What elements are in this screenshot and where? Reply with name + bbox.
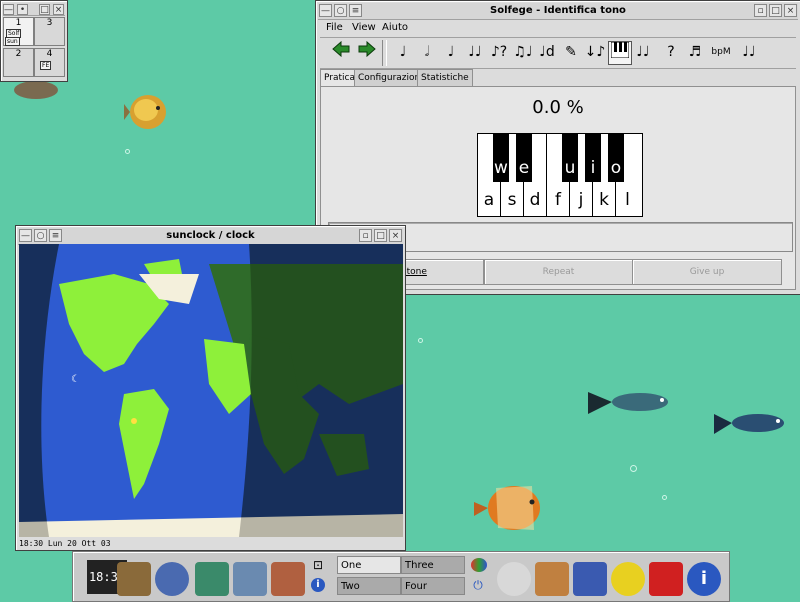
- maximize-icon[interactable]: □: [769, 4, 782, 17]
- power-icon[interactable]: ⏻: [471, 578, 485, 592]
- question-icon[interactable]: ?: [660, 41, 682, 63]
- bubble: [418, 338, 423, 343]
- shell-icon[interactable]: [497, 562, 531, 596]
- world-map[interactable]: ☾: [19, 244, 403, 537]
- pager-mini-window: sun: [5, 37, 20, 46]
- pager-desk-label: 1: [15, 18, 22, 28]
- eighth-notes-icon[interactable]: ♩♩: [464, 41, 486, 63]
- gift-icon[interactable]: [649, 562, 683, 596]
- menu-icon[interactable]: —: [3, 4, 14, 15]
- repeat-button[interactable]: Repeat: [484, 259, 633, 285]
- palette-icon[interactable]: [471, 558, 487, 572]
- pacman-icon[interactable]: [611, 562, 645, 596]
- pen-icon[interactable]: ✎: [560, 41, 582, 63]
- bubble: [630, 465, 637, 472]
- give-up-button[interactable]: Give up: [632, 259, 782, 285]
- note-d-icon[interactable]: ♩d: [536, 41, 558, 63]
- apps-icon[interactable]: [271, 562, 305, 596]
- menubar: File View Aiuto: [320, 20, 796, 36]
- editor-icon[interactable]: [535, 562, 569, 596]
- maximize-icon[interactable]: □: [39, 4, 50, 15]
- score-label: 0.0 %: [532, 97, 584, 118]
- fish-yellow-icon: [124, 95, 166, 129]
- rotated-note-icon[interactable]: ↓♪: [584, 41, 606, 63]
- bpm-icon[interactable]: bpM: [710, 41, 732, 63]
- fish-blue-icon: [714, 414, 784, 434]
- desk-three[interactable]: Three: [401, 556, 465, 574]
- pager-titlebar[interactable]: — • □ ×: [3, 3, 65, 16]
- back-arrow-icon[interactable]: [330, 40, 352, 63]
- sunclock-titlebar[interactable]: — ○ ≡ sunclock / clock ▫ □ ×: [18, 228, 403, 245]
- pager-desk-2[interactable]: 2: [3, 48, 34, 77]
- pager-desk-label: 3: [46, 18, 53, 28]
- piano-black-key[interactable]: u: [562, 134, 578, 182]
- desk-two[interactable]: Two: [337, 577, 401, 595]
- bubble: [662, 495, 667, 500]
- piano-icon[interactable]: [608, 41, 632, 65]
- piano-black-key[interactable]: o: [608, 134, 624, 182]
- desk-one[interactable]: One: [337, 556, 401, 574]
- window-title: sunclock / clock: [166, 230, 255, 241]
- menu-file[interactable]: File: [326, 22, 343, 33]
- toolbar: ♩ 𝅗𝅥 ♩ ♩♩ ♪? ♫♩ ♩d ✎ ↓♪ ♩♩ ? ♬ bpM ♩♩: [320, 37, 796, 69]
- piano-black-key[interactable]: e: [516, 134, 532, 182]
- close-icon[interactable]: ×: [53, 4, 64, 15]
- piano-keyboard: a s d f j k l w e u i o: [477, 133, 643, 217]
- sunclock-window: — ○ ≡ sunclock / clock ▫ □ × ☾ 18:30 Lun…: [15, 225, 406, 551]
- piano-black-key[interactable]: w: [493, 134, 509, 182]
- pager-desk-1[interactable]: 1 Solf sun: [3, 17, 34, 46]
- close-icon[interactable]: ×: [784, 4, 797, 17]
- help-icon[interactable]: i: [687, 562, 721, 596]
- pager-mini-window: FE: [40, 61, 52, 70]
- minimize-icon[interactable]: ▫: [359, 229, 372, 242]
- toolbar-separator: [382, 40, 387, 66]
- desk-four[interactable]: Four: [401, 577, 465, 595]
- www-icon[interactable]: [155, 562, 189, 596]
- dock: 18:30 ⊡ i One Three Two Four ⏻ i: [72, 551, 730, 602]
- forward-arrow-icon[interactable]: [356, 40, 378, 63]
- close-icon[interactable]: ×: [389, 229, 402, 242]
- maximize-icon[interactable]: □: [374, 229, 387, 242]
- question-note-icon[interactable]: ♪?: [488, 41, 510, 63]
- quarter-note-icon[interactable]: ♩: [392, 41, 414, 63]
- sigma-icon[interactable]: [195, 562, 229, 596]
- triplet-icon[interactable]: ♫♩: [512, 41, 534, 63]
- pager-desk-3[interactable]: 3: [34, 17, 65, 46]
- pager-desk-4[interactable]: 4 FE: [34, 48, 65, 77]
- fish-orange-icon: [474, 486, 540, 530]
- minimize-icon[interactable]: ▫: [754, 4, 767, 17]
- pager-desk-label: 2: [15, 49, 22, 59]
- stacked-notes-icon[interactable]: ♩♩: [738, 41, 760, 63]
- tab-bar: Pratica Configurazione Statistiche: [320, 69, 796, 88]
- book-icon[interactable]: [117, 562, 151, 596]
- pager-window: — • □ × 1 Solf sun 3 2 4 FE: [0, 0, 68, 82]
- world-map-image: ☾: [19, 244, 403, 537]
- rhythm-icon[interactable]: ♬: [684, 41, 706, 63]
- sticky-icon[interactable]: •: [17, 4, 28, 15]
- note-pair-icon[interactable]: ♩♩: [632, 41, 654, 63]
- menu-view[interactable]: View: [352, 22, 376, 33]
- piano-black-key[interactable]: i: [585, 134, 601, 182]
- tab-statistiche[interactable]: Statistiche: [417, 69, 473, 87]
- half-note-icon[interactable]: 𝅗𝅥: [416, 41, 438, 63]
- sunclock-status: 18:30 Lun 20 Ott 03: [19, 539, 111, 548]
- drawing-icon[interactable]: [233, 562, 267, 596]
- flag-icon[interactable]: [573, 562, 607, 596]
- pager-desk-label: 4: [46, 49, 53, 59]
- solfege-titlebar[interactable]: — ○ ≡ Solfege - Identifica tono ▫ □ ×: [318, 3, 798, 20]
- lock-icon[interactable]: ⊡: [311, 558, 325, 572]
- svg-text:☾: ☾: [71, 374, 80, 385]
- info-icon[interactable]: i: [311, 578, 325, 592]
- fish-bluegreen-icon: [588, 392, 668, 414]
- window-title: Solfege - Identifica tono: [490, 5, 626, 16]
- menu-aiuto[interactable]: Aiuto: [382, 22, 408, 33]
- note-icon[interactable]: ♩: [440, 41, 462, 63]
- bubble: [125, 149, 130, 154]
